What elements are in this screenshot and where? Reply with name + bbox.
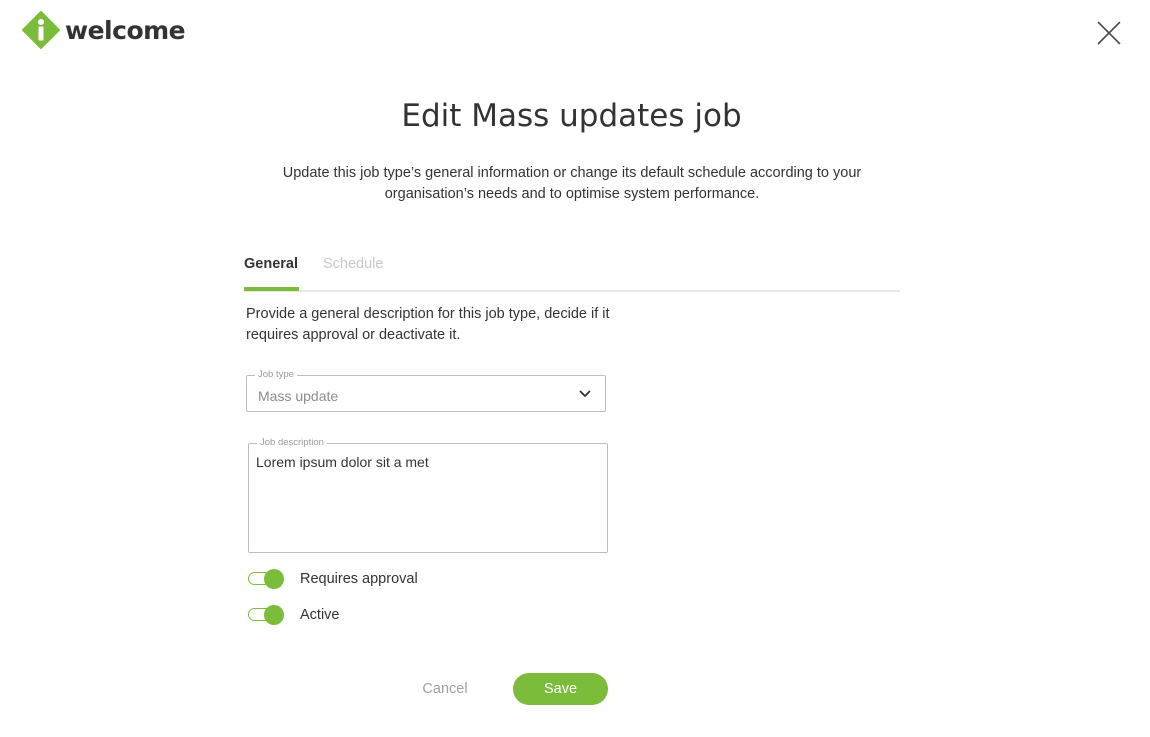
job-type-label: Job type: [255, 369, 297, 380]
requires-approval-row: Requires approval: [248, 569, 418, 589]
brand-logo: welcome: [22, 11, 186, 49]
active-tab-indicator: [244, 287, 299, 291]
job-type-select[interactable]: Job type Mass update: [246, 369, 606, 412]
toggle-knob: [264, 605, 284, 625]
active-label: Active: [300, 607, 340, 623]
tab-bar: General Schedule: [244, 249, 900, 292]
page-subtitle: Update this job type’s general informati…: [282, 165, 862, 202]
job-type-value: Mass update: [258, 388, 339, 404]
close-icon: [1097, 21, 1121, 45]
requires-approval-toggle[interactable]: [248, 569, 285, 589]
brand-name: welcome: [65, 15, 186, 45]
i-diamond-logo-icon: [22, 11, 60, 49]
chevron-down-icon: [579, 390, 591, 397]
job-description-value: Lorem ipsum dolor sit a met: [256, 454, 429, 470]
active-row: Active: [248, 605, 340, 625]
close-button[interactable]: [1097, 21, 1121, 45]
tab-general[interactable]: General: [244, 256, 298, 272]
job-description-field[interactable]: Job description Lorem ipsum dolor sit a …: [248, 437, 608, 553]
page-title: Edit Mass updates job: [401, 98, 742, 134]
edit-job-dialog: welcome Edit Mass updates job Update thi…: [0, 0, 1150, 737]
active-toggle[interactable]: [248, 605, 285, 625]
section-description: Provide a general description for this j…: [246, 306, 610, 343]
cancel-button[interactable]: Cancel: [406, 673, 484, 705]
tab-schedule[interactable]: Schedule: [323, 256, 383, 272]
toggle-knob: [264, 569, 284, 589]
save-button[interactable]: Save: [513, 673, 608, 705]
requires-approval-label: Requires approval: [300, 571, 418, 587]
job-description-label: Job description: [257, 437, 327, 448]
